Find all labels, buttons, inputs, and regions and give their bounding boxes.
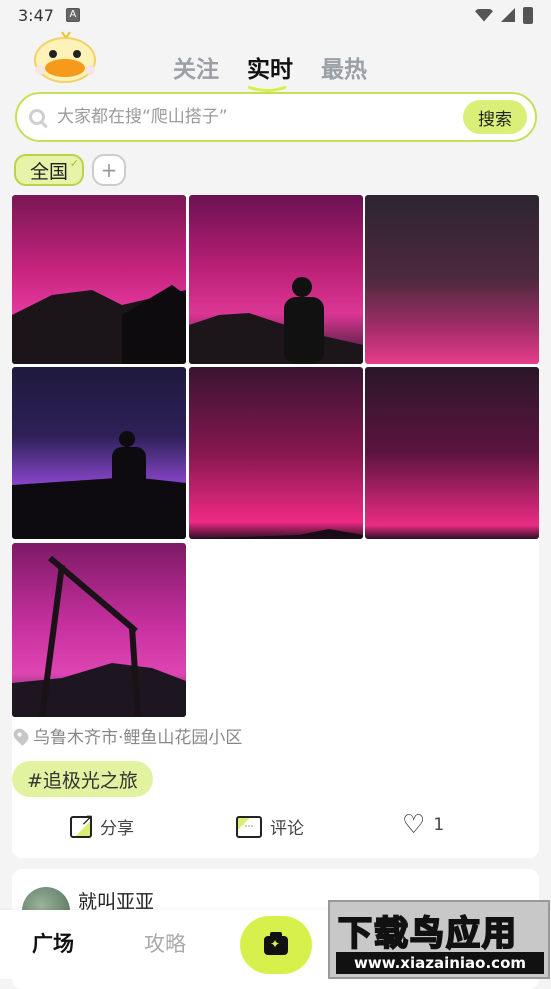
check-icon: ✓ [69,157,80,170]
search-input[interactable] [55,106,463,128]
like-count: 1 [433,815,445,835]
watermark-logo: 下载鸟应用 www.xiazainiao.com [328,900,550,979]
tab-following[interactable]: 关注 [173,50,219,84]
like-button[interactable]: ♡ 1 [402,810,445,840]
comment-label: 评论 [270,819,304,839]
photo-7-scene [12,555,186,717]
watermark-title: 下载鸟应用 [337,913,518,955]
search-button[interactable]: 搜索 [463,100,527,134]
signal-icon [501,8,515,22]
post-photo-5[interactable] [189,367,363,539]
photo-4-scene [12,431,186,539]
photo-5-scene [189,529,363,539]
photo-1-scene [12,285,186,364]
watermark-url: www.xiazainiao.com [336,952,544,974]
share-label: 分享 [100,819,134,839]
post-photo-1[interactable] [12,195,186,364]
camera-button[interactable] [240,916,312,974]
add-region-button[interactable]: + [92,154,127,186]
post-card: 乌鲁木齐市·鲤鱼山花园小区 #追极光之旅 分享 ⋯ 评论 ♡ 1 [11,195,539,858]
nav-plaza[interactable]: 广场 [32,928,74,958]
share-button[interactable]: 分享 [70,810,134,839]
camera-icon [264,931,288,955]
status-bar: 3:47 A [0,0,551,30]
active-tab-underline [247,85,287,92]
region-chip-nationwide[interactable]: 全国 ✓ [14,154,85,186]
post-photo-4[interactable] [12,367,186,539]
region-chip-label: 全国 [30,160,69,183]
nav-guide[interactable]: 攻略 [144,928,186,958]
comment-icon: ⋯ [236,815,262,838]
post-actions: 分享 ⋯ 评论 ♡ 1 [12,807,539,847]
location-pin-icon [11,725,31,746]
photo-2-scene [189,277,363,364]
search-icon [29,109,45,125]
heart-icon: ♡ [402,810,426,840]
post-location: 乌鲁木齐市·鲤鱼山花园小区 [11,723,243,748]
feed-tabs: 关注 实时 最热 [173,50,367,92]
wifi-icon [475,8,493,22]
topic-tag[interactable]: #追极光之旅 [12,761,153,797]
post-photo-6[interactable] [365,367,539,539]
search-bar: 搜索 [15,92,537,142]
post-photo-2[interactable] [189,195,363,364]
share-icon [70,810,94,838]
post-photo-7[interactable] [12,543,186,717]
status-time: 3:47 [18,5,54,25]
accessibility-icon: A [65,8,80,22]
header: 关注 实时 最热 [0,30,551,92]
post-photo-3[interactable] [365,195,539,364]
comment-button[interactable]: ⋯ 评论 [236,814,304,839]
tab-hottest[interactable]: 最热 [321,50,367,84]
tab-realtime[interactable]: 实时 [247,50,293,92]
tab-realtime-label: 实时 [247,57,293,83]
battery-icon [523,6,533,24]
location-text: 乌鲁木齐市·鲤鱼山花园小区 [33,728,243,748]
mascot-logo [34,31,96,83]
region-filter: 全国 ✓ + [14,154,127,186]
